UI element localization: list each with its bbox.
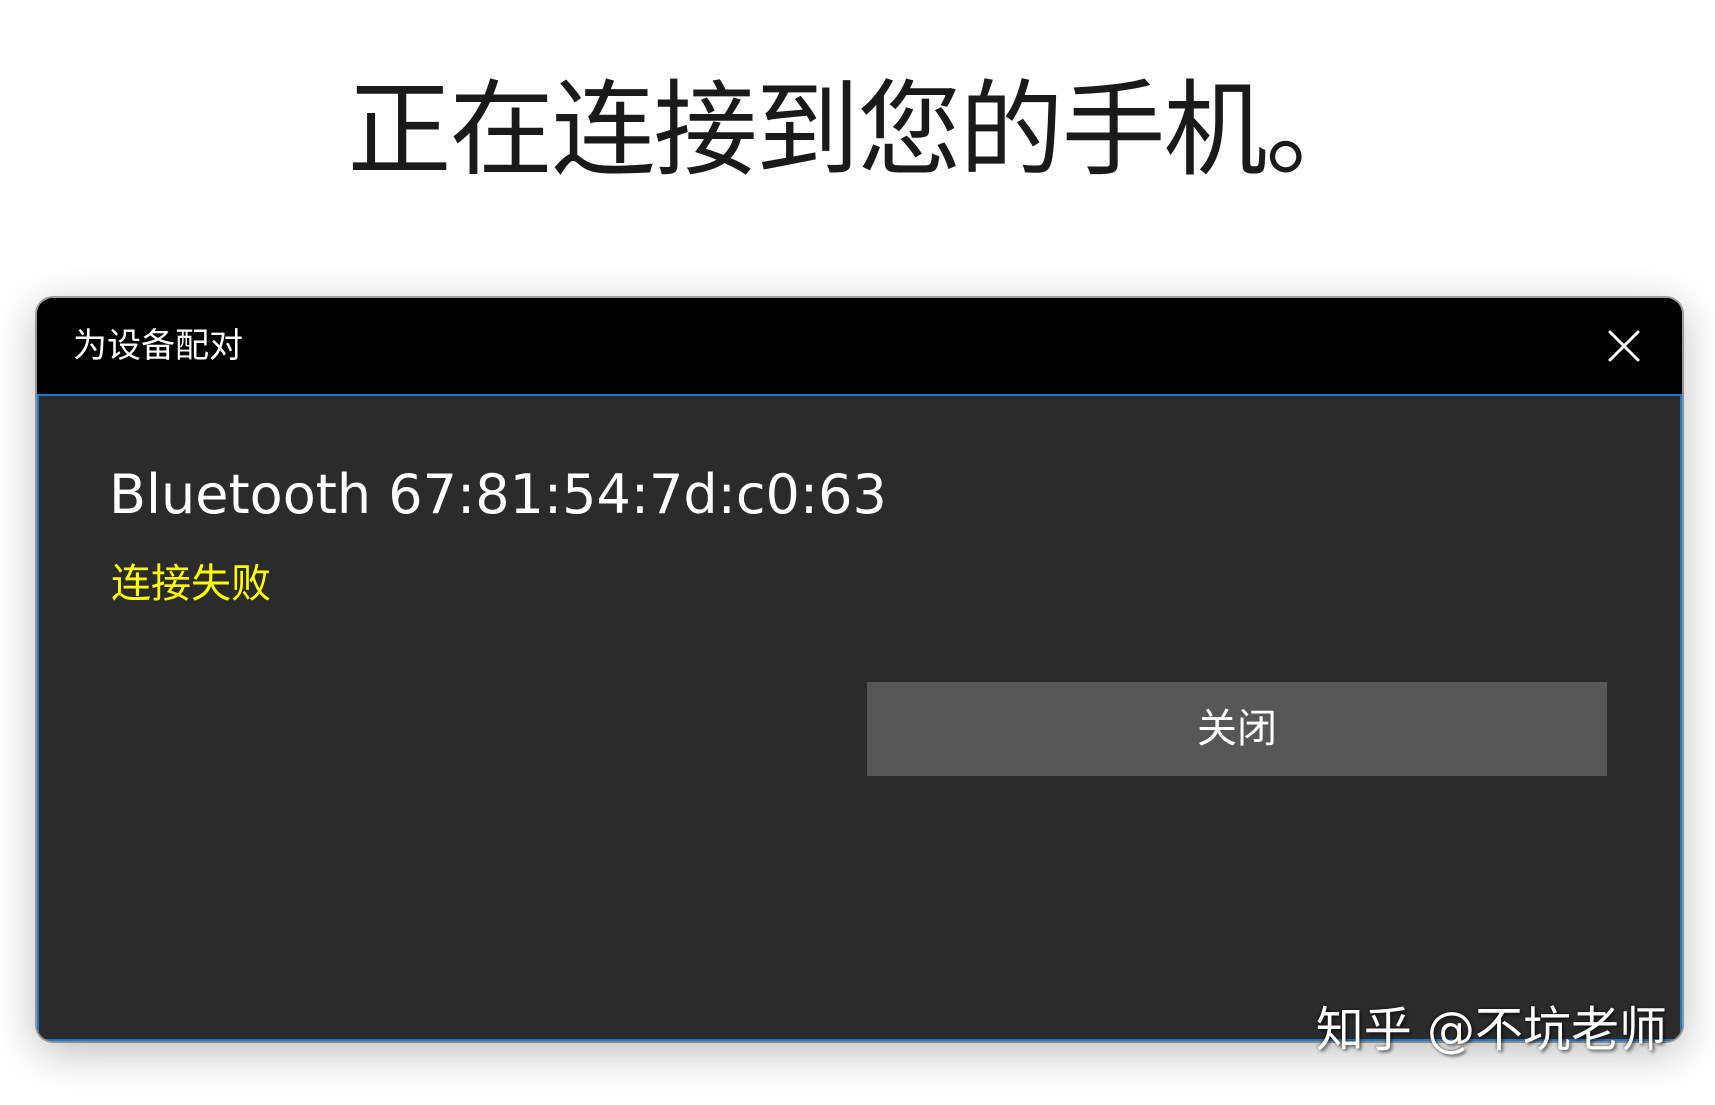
page-title: 正在连接到您的手机。 <box>347 69 1369 191</box>
device-name: Bluetooth 67:81:54:7d:c0:63 <box>109 463 887 526</box>
dialog-titlebar: 为设备配对 <box>37 298 1682 394</box>
dialog-content: Bluetooth 67:81:54:7d:c0:63 连接失败 关闭 <box>37 394 1682 1041</box>
connection-status: 连接失败 <box>111 561 271 607</box>
watermark: 知乎 @不坑老师 <box>1315 1002 1667 1058</box>
dialog-title: 为设备配对 <box>73 326 243 366</box>
close-button[interactable]: 关闭 <box>867 682 1607 776</box>
pairing-dialog: 为设备配对 Bluetooth 67:81:54:7d:c0:63 连接失败 关… <box>37 298 1682 1041</box>
close-icon[interactable] <box>1596 318 1652 374</box>
